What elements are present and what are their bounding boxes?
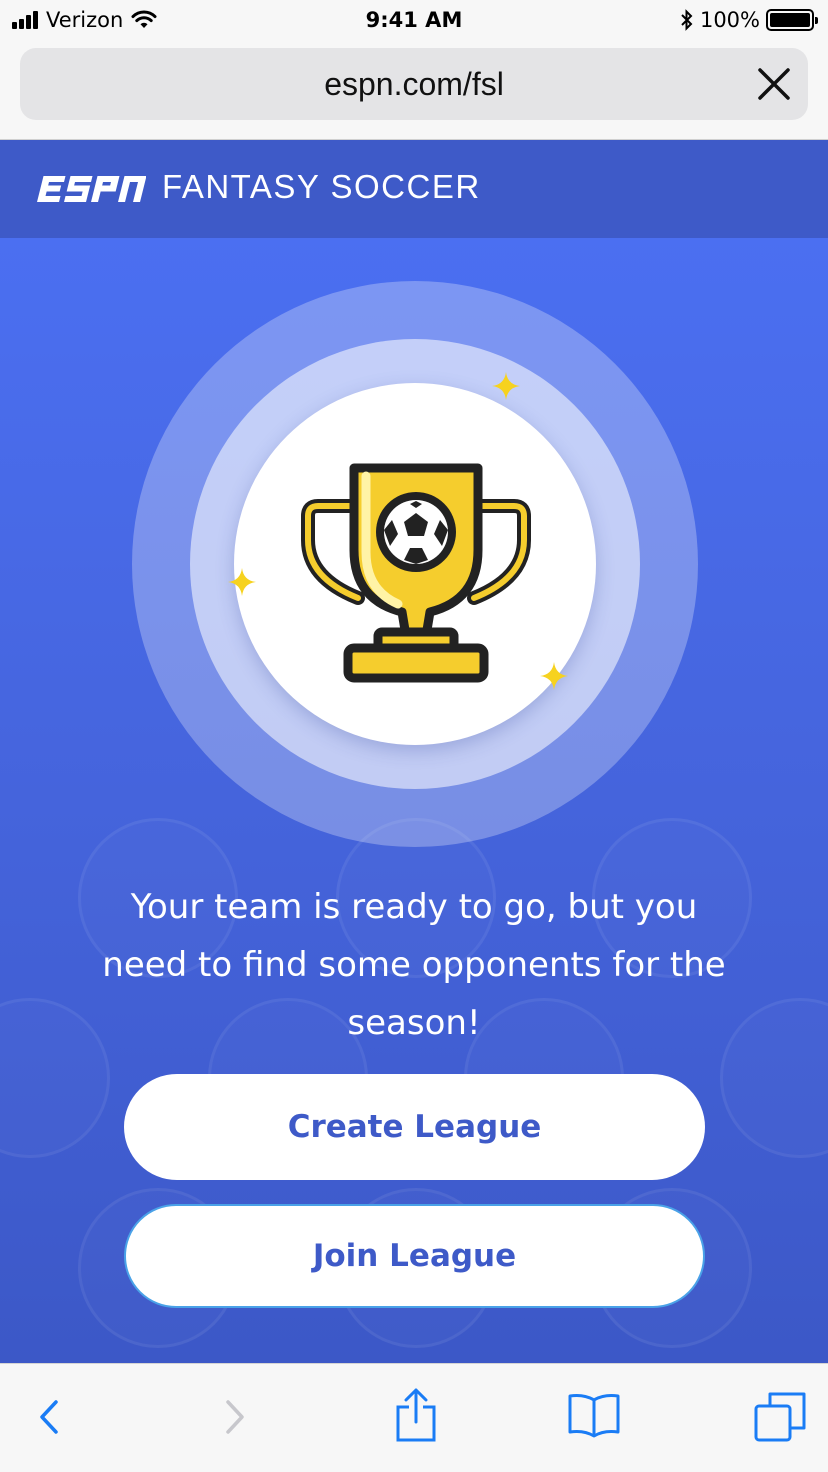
battery-icon — [766, 9, 818, 31]
bookmarks-icon[interactable] — [566, 1392, 622, 1438]
sparkle-icon — [228, 568, 256, 596]
brand-title: FANTASY SOCCER — [162, 168, 481, 205]
background-ball — [720, 998, 828, 1158]
sparkle-icon — [492, 372, 520, 400]
background-ball — [0, 998, 110, 1158]
trophy-icon — [301, 463, 531, 683]
espn-logo[interactable] — [34, 174, 146, 204]
browser-toolbar — [0, 1363, 828, 1472]
status-message: Your team is ready to go, but you need t… — [102, 887, 726, 1043]
forward-icon[interactable] — [220, 1390, 250, 1444]
join-league-button[interactable]: Join League — [124, 1204, 705, 1308]
sparkle-icon — [540, 662, 568, 690]
address-bar[interactable]: espn.com/fsl — [20, 48, 808, 120]
battery-percent: 100% — [699, 8, 760, 32]
url-text[interactable]: espn.com/fsl — [20, 66, 808, 103]
main-content: Your team is ready to go, but you need t… — [0, 238, 828, 1363]
close-icon[interactable] — [756, 66, 792, 102]
share-icon[interactable] — [394, 1386, 438, 1442]
bluetooth-icon — [681, 9, 693, 31]
app-header: FANTASY SOCCER — [0, 140, 828, 238]
back-icon[interactable] — [34, 1390, 64, 1444]
status-right: 100% — [680, 8, 818, 32]
tabs-icon[interactable] — [752, 1390, 808, 1444]
status-bar: Verizon 9:41 AM 100% — [0, 0, 828, 40]
create-league-button[interactable]: Create League — [124, 1074, 705, 1180]
